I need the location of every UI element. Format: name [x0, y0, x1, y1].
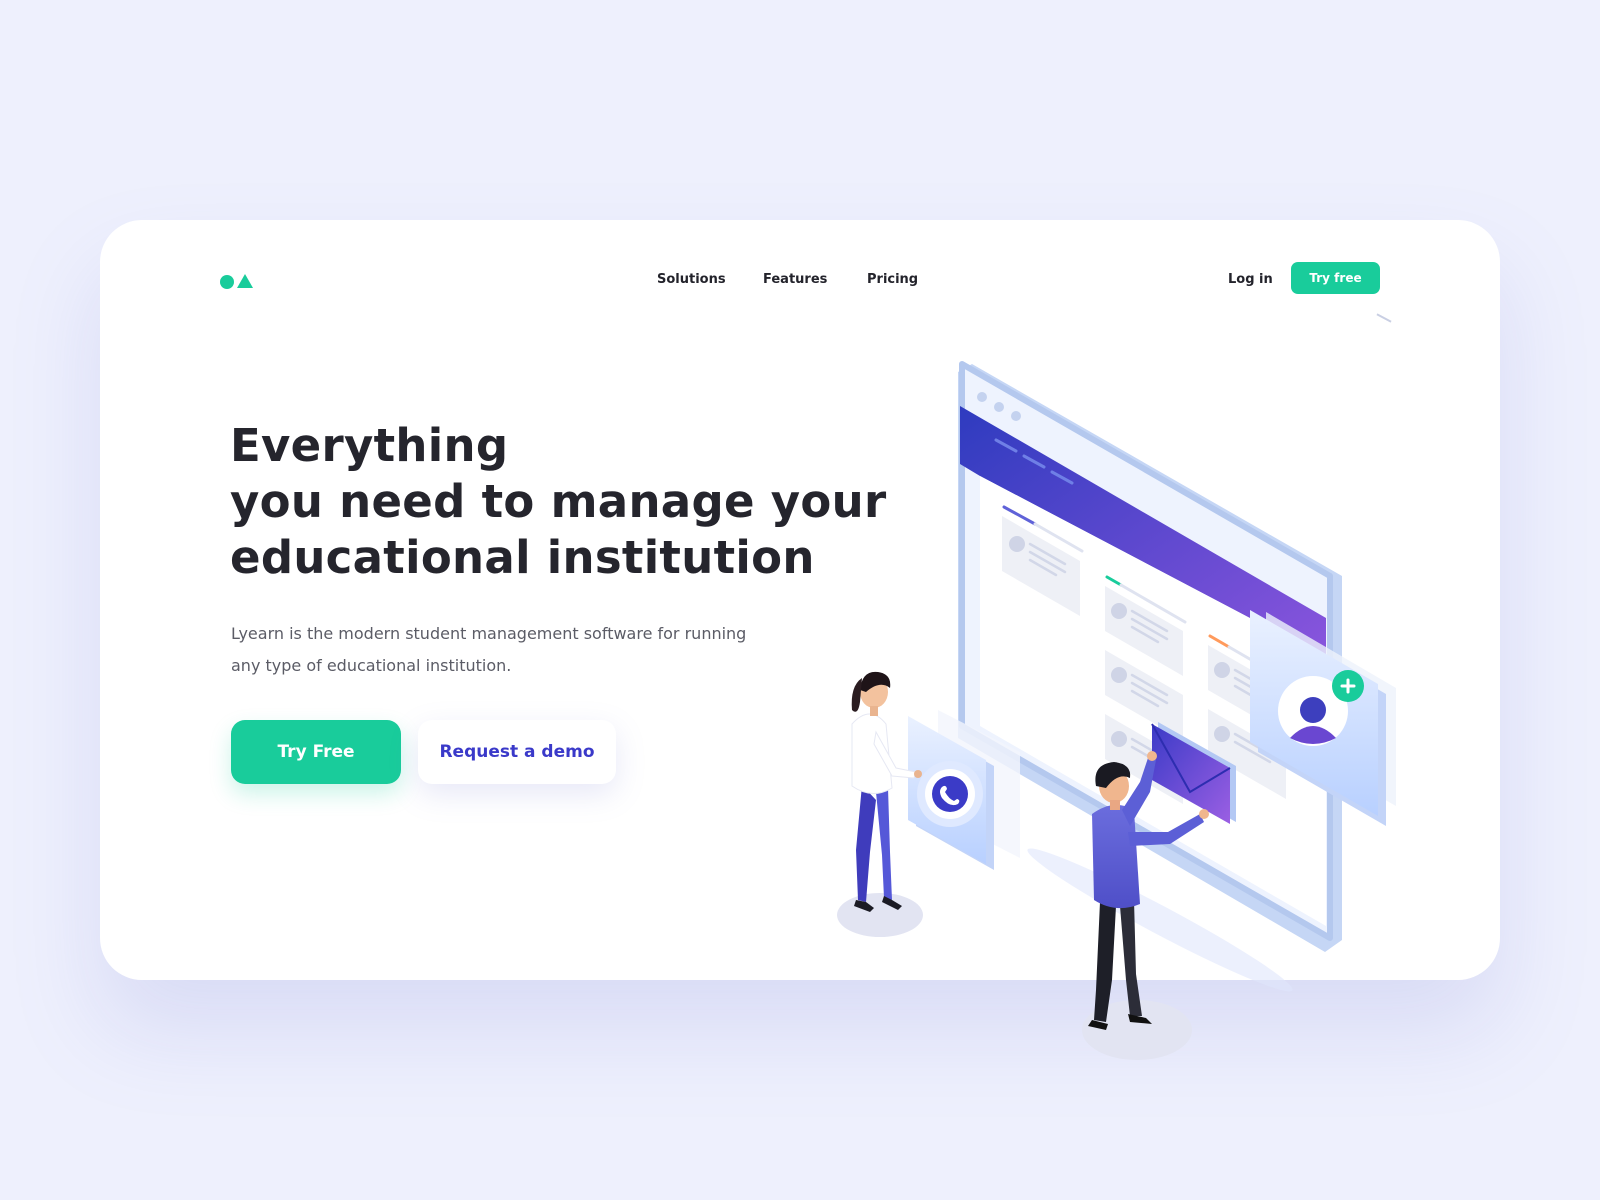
window-dot-2 — [994, 402, 1004, 412]
hero-subtitle: Lyearn is the modern student management … — [231, 624, 747, 675]
main-nav: Solutions Features Pricing — [100, 264, 1500, 298]
nav-solutions[interactable]: Solutions — [657, 272, 726, 287]
window-dot-1 — [977, 392, 987, 402]
request-demo-button[interactable]: Request a demo — [418, 720, 616, 784]
nav-pricing[interactable]: Pricing — [867, 272, 918, 287]
woman-shadow — [837, 893, 923, 937]
hero-title-line-3: educational institution — [230, 531, 815, 584]
decor-dash — [1376, 313, 1392, 323]
try-free-nav-button[interactable]: Try free — [1291, 262, 1380, 294]
hero-title-line-2: you need to manage your — [230, 475, 887, 528]
window-dot-3 — [1011, 411, 1021, 421]
hero-illustration — [837, 361, 1396, 1060]
try-free-button[interactable]: Try Free — [231, 720, 401, 784]
phone-icon — [932, 776, 968, 812]
hero-title-line-1: Everything — [230, 419, 509, 472]
hero-title: Everything you need to manage your educa… — [230, 418, 886, 586]
login-link[interactable]: Log in — [1228, 272, 1273, 287]
nav-features[interactable]: Features — [763, 272, 827, 287]
user-icon — [1300, 697, 1326, 723]
